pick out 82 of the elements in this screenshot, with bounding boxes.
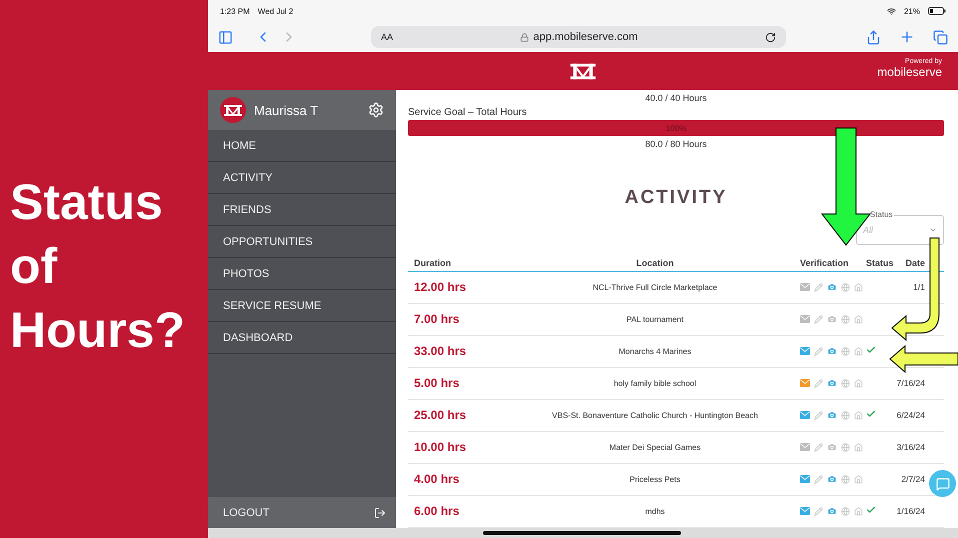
home-icon [854, 506, 863, 516]
hours-progress-text: 40.0 / 40 Hours [644, 93, 708, 103]
duration-cell-text: 25.00 hrs [413, 408, 468, 422]
chat-icon [936, 476, 950, 490]
sidebar-item[interactable]: FRIENDS [208, 194, 396, 226]
globe-icon [841, 378, 850, 388]
pencil-icon [814, 474, 823, 484]
column-header: Duration [413, 258, 452, 268]
address-bar[interactable]: AA app.mobileserve.com [371, 26, 786, 48]
duration-cell-text: 10.00 hrs [413, 440, 468, 454]
progress-percent: 100% [664, 124, 688, 133]
column-header: Status [866, 258, 895, 268]
location-cell-text: mdhs [644, 506, 666, 516]
home-icon [854, 474, 863, 484]
new-tab-icon[interactable] [899, 29, 915, 45]
pencil-icon [814, 378, 823, 388]
left-arrow [889, 344, 958, 374]
sidebar-item[interactable]: DASHBOARD [208, 322, 396, 354]
home-icon [854, 346, 863, 356]
location-cell-text: VBS-St. Bonaventure Catholic Church - Huntington Beach [551, 410, 759, 420]
pencil-icon [814, 442, 823, 452]
column-header: Location [635, 258, 675, 268]
location-cell-text: NCL-Thrive Full Circle Marketplace [592, 282, 718, 292]
home-icon [854, 314, 863, 324]
sidebar-item[interactable]: ACTIVITY [208, 162, 396, 194]
settings-icon[interactable] [368, 102, 384, 118]
duration-cell-text: 4.00 hrs [413, 472, 460, 486]
home-icon [854, 442, 863, 452]
duration-cell-text: 7.00 hrs [413, 312, 460, 326]
column-header: Verification [800, 258, 850, 268]
location-cell-text: holy family bible school [612, 378, 698, 388]
hours-total-text: 80.0 / 80 Hours [644, 138, 708, 149]
globe-icon [841, 506, 850, 516]
pencil-icon [814, 506, 823, 516]
location-cell-text: Mater Dei Special Games [608, 442, 702, 452]
tabs-icon[interactable] [933, 30, 948, 44]
pencil-icon [814, 346, 823, 356]
home-icon [854, 410, 863, 420]
date-cell-text: 2/7/24 [900, 474, 926, 484]
globe-icon [841, 410, 850, 420]
duration-cell-text: 33.00 hrs [413, 344, 468, 358]
sidebar-toggle-icon[interactable] [218, 30, 233, 44]
globe-icon [841, 442, 850, 452]
status-time: 1:23 PM [220, 6, 250, 16]
section-title: ACTIVITY [624, 186, 728, 209]
sidebar-item[interactable]: PHOTOS [208, 258, 396, 290]
wifi-icon [886, 6, 896, 16]
column-header: Date [904, 258, 926, 268]
goal-label: Service Goal – Total Hours [408, 107, 528, 118]
user-name: Maurissa T [254, 102, 320, 118]
logout-icon [374, 506, 386, 518]
slide-heading: Status of Hours? [10, 173, 186, 360]
home-icon [854, 378, 863, 388]
sidebar-item[interactable]: HOME [208, 130, 396, 162]
pencil-icon [814, 314, 823, 324]
globe-icon [841, 282, 850, 292]
battery-icon [928, 7, 946, 15]
date-cell-text: 1/16/24 [896, 506, 926, 516]
sidebar-item[interactable]: SERVICE RESUME [208, 290, 396, 322]
brand-name: mobileserve [877, 65, 942, 79]
logout-item[interactable]: LOGOUT [208, 497, 396, 528]
sidebar-item[interactable]: OPPORTUNITIES [208, 226, 396, 258]
pencil-icon [814, 410, 823, 420]
globe-icon [841, 314, 850, 324]
location-cell-text: PAL tournament [626, 314, 684, 324]
duration-cell-text: 12.00 hrs [413, 280, 468, 294]
location-cell-text: Priceless Pets [628, 474, 682, 484]
status-date: Wed Jul 2 [258, 6, 294, 16]
globe-icon [841, 346, 850, 356]
location-cell-text: Monarchs 4 Marines [618, 346, 692, 356]
monogram-logo [223, 102, 243, 118]
pencil-icon [814, 282, 823, 292]
date-cell-text: 6/24/24 [896, 410, 926, 420]
duration-cell-text: 5.00 hrs [413, 376, 460, 390]
date-cell-text: 1/1 [912, 282, 926, 292]
globe-icon [841, 474, 850, 484]
date-cell-text: 7/16/24 [896, 378, 926, 388]
duration-cell-text: 6.00 hrs [413, 504, 460, 518]
share-icon[interactable] [866, 30, 881, 44]
battery-percent: 21% [904, 6, 920, 16]
home-icon [854, 282, 863, 292]
date-cell-text: 3/16/24 [896, 442, 926, 452]
